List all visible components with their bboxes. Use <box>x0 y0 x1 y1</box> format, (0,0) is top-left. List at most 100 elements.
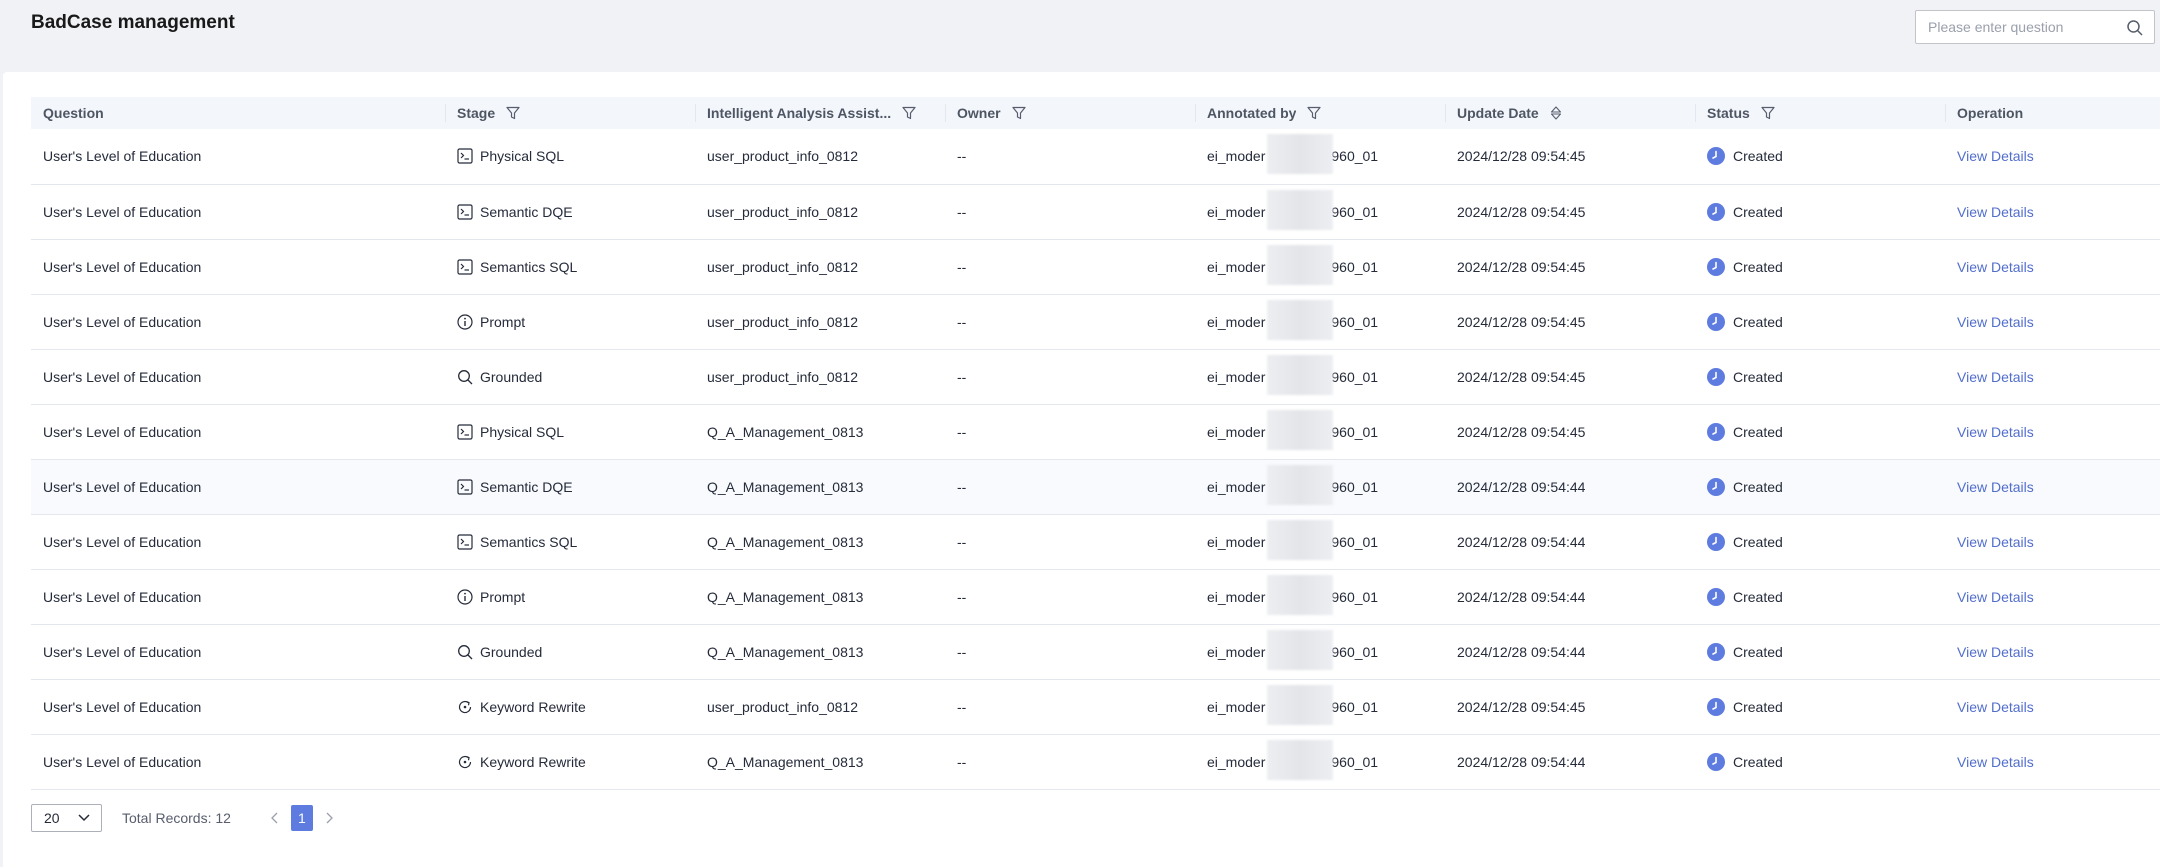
view-details-link[interactable]: View Details <box>1957 369 2034 385</box>
assistant-cell: Q_A_Management_0813 <box>707 753 864 770</box>
annotator-prefix: ei_moder <box>1207 643 1266 660</box>
view-details-link[interactable]: View Details <box>1957 699 2034 715</box>
assistant-cell: Q_A_Management_0813 <box>707 643 864 660</box>
column-header[interactable]: Owner <box>945 97 1195 129</box>
stage-cell: Prompt <box>445 294 695 349</box>
column-divider <box>695 104 696 122</box>
sql-terminal-icon <box>457 203 473 220</box>
status-label: Created <box>1733 753 1783 770</box>
table-row: User's Level of Education Physical SQL use… <box>31 129 2160 184</box>
status-label: Created <box>1733 698 1783 715</box>
filter-icon[interactable] <box>1306 105 1322 121</box>
column-header: Operation <box>1945 97 2160 129</box>
table-row: User's Level of Education Semantic DQE Q_A… <box>31 459 2160 514</box>
view-details-link[interactable]: View Details <box>1957 534 2034 550</box>
annotator-suffix: 960_01 <box>1331 698 1379 715</box>
column-header-label: Update Date <box>1457 105 1539 121</box>
status-label: Created <box>1733 533 1783 550</box>
annotated-by-cell: ei_moder 960_01 <box>1195 679 1445 734</box>
annotated-by-cell: ei_moder 960_01 <box>1195 569 1445 624</box>
annotated-by-cell: ei_moder 960_01 <box>1195 404 1445 459</box>
total-records: Total Records: 12 <box>122 810 231 826</box>
annotated-by-cell: ei_moder 960_01 <box>1195 734 1445 789</box>
column-header[interactable]: Update Date <box>1445 97 1695 129</box>
status-label: Created <box>1733 258 1783 275</box>
search-icon <box>458 369 473 384</box>
stage-label: Prompt <box>480 588 526 605</box>
view-details-link[interactable]: View Details <box>1957 754 2034 770</box>
column-header-label: Operation <box>1957 105 2024 121</box>
next-page-button[interactable] <box>317 806 341 830</box>
view-details-link[interactable]: View Details <box>1957 479 2034 495</box>
view-details-link[interactable]: View Details <box>1957 644 2034 660</box>
column-divider <box>945 104 946 122</box>
view-details-link[interactable]: View Details <box>1957 314 2034 330</box>
column-header-label: Stage <box>457 105 496 121</box>
status-label: Created <box>1733 588 1783 605</box>
operation-cell: View Details <box>1945 734 2160 789</box>
page-title: BadCase management <box>31 12 235 33</box>
table-body: User's Level of Education Physical SQL use… <box>31 129 2160 789</box>
filter-icon[interactable] <box>505 105 521 121</box>
search-input[interactable] <box>1916 18 2130 36</box>
owner-cell: -- <box>957 698 967 715</box>
status-created-icon <box>1707 477 1725 496</box>
page-size-select[interactable]: 20 <box>31 804 102 832</box>
redaction-blur <box>1267 629 1333 670</box>
stage-label: Keyword Rewrite <box>480 753 586 770</box>
question-cell: User's Level of Education <box>43 368 202 385</box>
sort-icon[interactable] <box>1549 105 1563 121</box>
stage-label: Keyword Rewrite <box>480 698 586 715</box>
status-label: Created <box>1733 478 1783 495</box>
view-details-link[interactable]: View Details <box>1957 424 2034 440</box>
operation-cell: View Details <box>1945 349 2160 404</box>
annotator-prefix: ei_moder <box>1207 533 1266 550</box>
annotator-suffix: 960_01 <box>1331 313 1379 330</box>
search-icon[interactable] <box>2126 19 2144 37</box>
stage-cell: Grounded <box>445 349 695 404</box>
assistant-cell: user_product_info_0812 <box>707 368 859 385</box>
status-cell: Created <box>1695 679 1945 734</box>
info-circle-icon <box>457 313 473 330</box>
filter-icon[interactable] <box>901 105 917 121</box>
update-date-cell: 2024/12/28 09:54:45 <box>1457 148 1586 165</box>
stage-cell: Keyword Rewrite <box>445 734 695 789</box>
status-cell: Created <box>1695 239 1945 294</box>
status-created-icon <box>1707 312 1725 331</box>
annotator-suffix: 960_01 <box>1331 203 1379 220</box>
annotator-prefix: ei_moder <box>1207 753 1266 770</box>
prev-page-button[interactable] <box>263 806 287 830</box>
column-header-label: Intelligent Analysis Assist... <box>707 105 892 121</box>
status-label: Created <box>1733 423 1783 440</box>
status-cell: Created <box>1695 349 1945 404</box>
annotated-by-cell: ei_moder 960_01 <box>1195 239 1445 294</box>
owner-cell: -- <box>957 423 967 440</box>
sql-terminal-icon <box>457 478 473 495</box>
view-details-link[interactable]: View Details <box>1957 148 2034 164</box>
stage-label: Physical SQL <box>480 148 565 165</box>
chevron-right-icon <box>326 812 333 824</box>
annotator-prefix: ei_moder <box>1207 203 1266 220</box>
status-created-icon <box>1707 202 1725 221</box>
page-number-current[interactable]: 1 <box>290 805 313 831</box>
info-circle-icon <box>457 588 473 605</box>
status-created-icon <box>1707 587 1725 606</box>
view-details-link[interactable]: View Details <box>1957 204 2034 220</box>
filter-icon[interactable] <box>1760 105 1776 121</box>
table-row: User's Level of Education Keyword Rewrite… <box>31 679 2160 734</box>
column-header[interactable]: Status <box>1695 97 1945 129</box>
filter-icon[interactable] <box>1011 105 1027 121</box>
update-date-cell: 2024/12/28 09:54:44 <box>1457 478 1586 495</box>
column-header[interactable]: Annotated by <box>1195 97 1445 129</box>
view-details-link[interactable]: View Details <box>1957 589 2034 605</box>
column-header[interactable]: Stage <box>445 97 695 129</box>
column-header[interactable]: Intelligent Analysis Assist... <box>695 97 945 129</box>
stage-cell: Keyword Rewrite <box>445 679 695 734</box>
question-cell: User's Level of Education <box>43 533 202 550</box>
status-created-icon <box>1707 147 1725 166</box>
assistant-cell: user_product_info_0812 <box>707 258 859 275</box>
refresh-icon <box>458 700 472 713</box>
view-details-link[interactable]: View Details <box>1957 259 2034 275</box>
search-box[interactable] <box>1915 10 2155 44</box>
sql-terminal-icon <box>457 423 473 440</box>
